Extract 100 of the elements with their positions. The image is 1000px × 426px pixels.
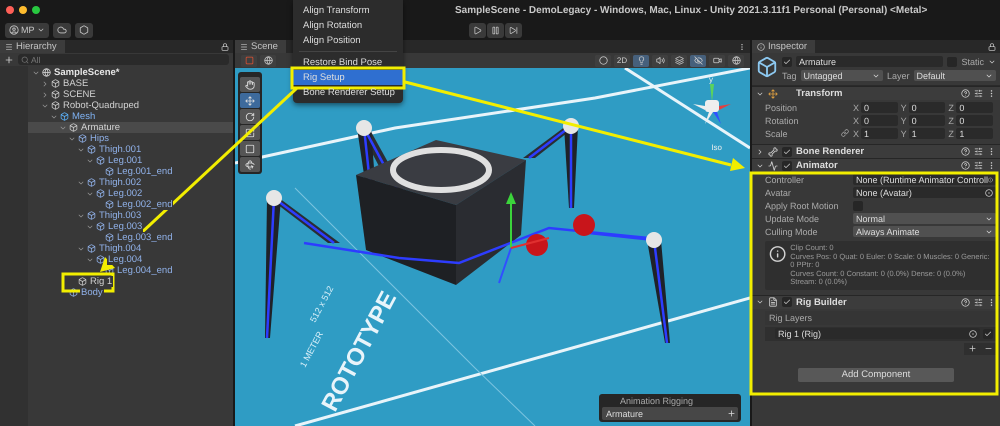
lighting-toggle[interactable] [633, 54, 649, 66]
hand-icon [245, 80, 255, 90]
tree-item[interactable]: Leg.002_end [116, 199, 174, 210]
checkbox[interactable] [983, 328, 993, 338]
hand-tool-button[interactable] [240, 77, 260, 92]
pivot-button[interactable] [260, 54, 276, 66]
static-label: Static [961, 56, 984, 66]
object-field[interactable]: Armature [602, 407, 738, 420]
tree-item[interactable]: Leg.002 [107, 188, 144, 199]
shading-icon [598, 56, 608, 65]
tree-item[interactable]: Robot-Quadruped [62, 100, 140, 111]
account-button[interactable]: MP [5, 22, 48, 38]
audio-toggle[interactable] [652, 54, 668, 66]
enable-checkbox[interactable] [782, 297, 792, 307]
flat-toggle[interactable]: 2D [614, 54, 630, 66]
number-field[interactable]: 0 [908, 115, 946, 126]
gizmos-toggle[interactable] [728, 54, 744, 66]
pause-button[interactable] [486, 22, 504, 38]
dropdown[interactable]: Normal [853, 213, 996, 224]
scene-tab[interactable]: Scene [235, 40, 286, 53]
camera-toggle[interactable] [709, 54, 725, 66]
active-checkbox[interactable] [782, 56, 792, 66]
number-field[interactable]: 1 [956, 128, 994, 139]
tree-item[interactable]: SampleScene* [53, 67, 120, 78]
object-field[interactable]: Rig 1 (Rig) [775, 328, 980, 339]
zoom-button[interactable] [32, 6, 40, 14]
number-field[interactable]: 1 [861, 128, 898, 139]
hidden-eye-icon [694, 56, 702, 65]
close-button[interactable] [6, 6, 14, 14]
number-field[interactable]: 0 [956, 115, 994, 126]
menu-item[interactable]: Align Transform [293, 3, 403, 18]
effects-toggle[interactable] [671, 54, 687, 66]
tree-item[interactable]: Leg.003 [107, 221, 144, 232]
cube-icon [87, 178, 96, 187]
tag-dropdown[interactable]: Untagged [800, 70, 883, 81]
add-icon [4, 54, 14, 64]
tree-item[interactable]: SCENE [62, 89, 97, 100]
cloud-button[interactable] [52, 22, 70, 38]
menu-item[interactable]: Bone Renderer Setup [293, 85, 403, 100]
axis-label: y [709, 75, 713, 84]
cube-icon [105, 233, 114, 242]
cube-icon [69, 123, 78, 132]
help-icon [961, 89, 970, 98]
enable-checkbox[interactable] [782, 160, 792, 170]
rect-tool-button[interactable] [240, 141, 260, 156]
component-header[interactable]: Bone Renderer [752, 144, 1000, 158]
add-component-button[interactable]: Add Component [798, 368, 954, 382]
minimize-button[interactable] [19, 6, 27, 14]
add-button[interactable] [964, 342, 980, 354]
tree-item[interactable]: BASE [62, 78, 90, 89]
tree-item[interactable]: Mesh [71, 111, 96, 122]
hierarchy-tab[interactable]: Hierarchy [0, 40, 65, 53]
tree-item[interactable]: Body [80, 287, 104, 298]
tree-item[interactable]: Thigh.001 [98, 144, 142, 155]
number-field[interactable]: 0 [908, 102, 946, 113]
field-label: Avatar [765, 188, 792, 198]
axis-label: Y [900, 102, 908, 112]
collab-button[interactable] [74, 22, 92, 38]
menu-item[interactable]: Restore Bind Pose [293, 55, 403, 70]
menu-item[interactable]: Align Position [293, 33, 403, 48]
number-field[interactable]: 1 [908, 128, 946, 139]
number-field[interactable]: 0 [861, 102, 898, 113]
rotate-tool-button[interactable] [240, 109, 260, 124]
tree-item[interactable]: Thigh.002 [98, 177, 142, 188]
lock-icon [221, 42, 229, 50]
number-field[interactable]: 0 [861, 115, 898, 126]
component-header[interactable]: Rig Builder [752, 294, 1000, 308]
play-button[interactable] [468, 22, 486, 38]
cube-icon [105, 167, 114, 176]
tree-item[interactable]: Leg.001_end [116, 166, 174, 177]
transform-tool-button[interactable] [240, 157, 260, 172]
menu-item[interactable]: Align Rotation [293, 18, 403, 33]
layer-dropdown[interactable]: Default [914, 70, 996, 81]
tree-item[interactable]: Hips [89, 133, 110, 144]
remove-button[interactable] [980, 342, 996, 354]
move-tool-button[interactable] [240, 93, 260, 108]
enable-checkbox[interactable] [782, 146, 792, 156]
object-field[interactable]: None (Avatar) [853, 187, 996, 198]
tool-mode-button[interactable] [241, 54, 257, 66]
dropdown[interactable]: Always Animate [853, 226, 996, 237]
component-header[interactable]: Transform [752, 86, 1000, 100]
cube-icon [51, 79, 60, 88]
tree-item[interactable]: Armature [80, 122, 122, 133]
menu-item[interactable]: Rig Setup [293, 70, 403, 85]
axis-label: Z [948, 128, 955, 138]
tree-item[interactable]: Leg.004_end [116, 265, 174, 276]
step-button[interactable] [504, 22, 522, 38]
name-field[interactable]: Armature [796, 56, 944, 67]
number-field[interactable]: 0 [956, 102, 994, 113]
component-header[interactable]: Animator [752, 158, 1000, 172]
object-field[interactable]: None (Runtime Animator Controll [853, 174, 996, 185]
tree-item[interactable]: Thigh.003 [98, 210, 142, 221]
shading-toggle[interactable] [595, 54, 611, 66]
tree-item[interactable]: Leg.004 [107, 254, 144, 265]
tree-item[interactable]: Leg.001 [107, 155, 144, 166]
tree-item[interactable]: Rig 1 [89, 276, 114, 287]
tree-item[interactable]: Leg.003_end [116, 232, 174, 243]
visibility-toggle[interactable] [690, 54, 706, 66]
inspector-tab[interactable]: Inspector [752, 40, 816, 53]
tree-item[interactable]: Thigh.004 [98, 243, 142, 254]
